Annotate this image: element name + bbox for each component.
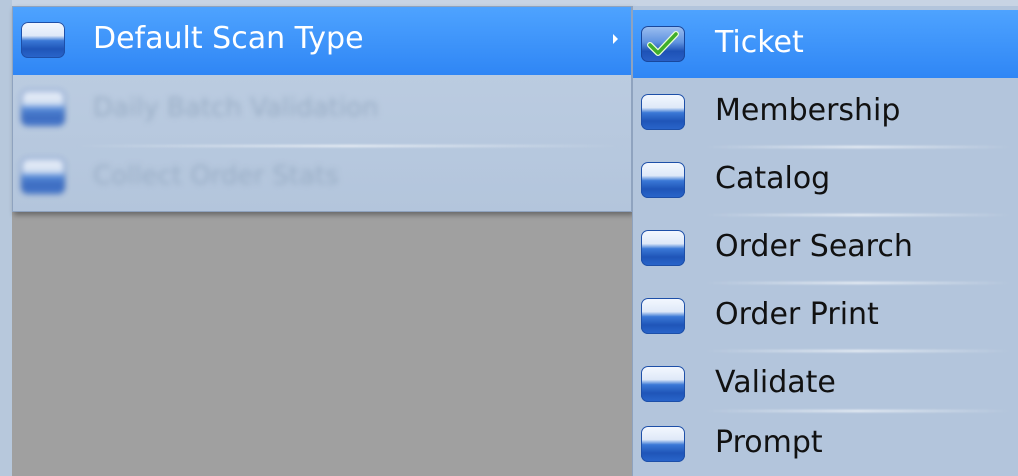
submenu-item-order-search[interactable]: Order Search [633,214,1018,282]
gem-icon [21,90,65,126]
submenu-item-label: Validate [715,365,836,400]
submenu-item-membership[interactable]: Membership [633,78,1018,146]
gem-icon [641,230,685,266]
submenu-item-prompt[interactable]: Prompt [633,410,1018,476]
menu-item-label: Collect Order Stats [93,161,339,191]
check-icon [641,26,685,62]
submenu-item-validate[interactable]: Validate [633,350,1018,418]
submenu-arrow-icon [613,34,618,44]
gem-icon [641,426,685,462]
submenu-item-label: Order Search [715,229,913,264]
menu-item-daily-batch-validation[interactable]: Daily Batch Validation [13,75,631,143]
submenu-item-label: Order Print [715,297,879,332]
gem-icon [21,22,65,58]
submenu-item-catalog[interactable]: Catalog [633,146,1018,214]
submenu-item-ticket[interactable]: Ticket [633,10,1018,78]
context-menu: Default Scan Type Daily Batch Validation… [12,6,632,212]
menu-item-collect-order-stats[interactable]: Collect Order Stats [13,143,631,211]
gem-icon [641,94,685,130]
submenu-item-label: Prompt [715,425,823,460]
window-left-edge [0,0,12,476]
gem-icon [641,298,685,334]
gem-icon [641,366,685,402]
menu-item-default-scan-type[interactable]: Default Scan Type [13,7,631,75]
submenu-item-label: Catalog [715,161,831,196]
gem-icon [21,158,65,194]
menu-item-label: Daily Batch Validation [93,93,379,123]
submenu-item-label: Ticket [715,25,804,60]
submenu-item-order-print[interactable]: Order Print [633,282,1018,350]
submenu-item-label: Membership [715,93,901,128]
scan-type-submenu: Ticket Membership Catalog Order Search O… [632,6,1018,476]
menu-item-label: Default Scan Type [93,21,364,56]
gem-icon [641,162,685,198]
